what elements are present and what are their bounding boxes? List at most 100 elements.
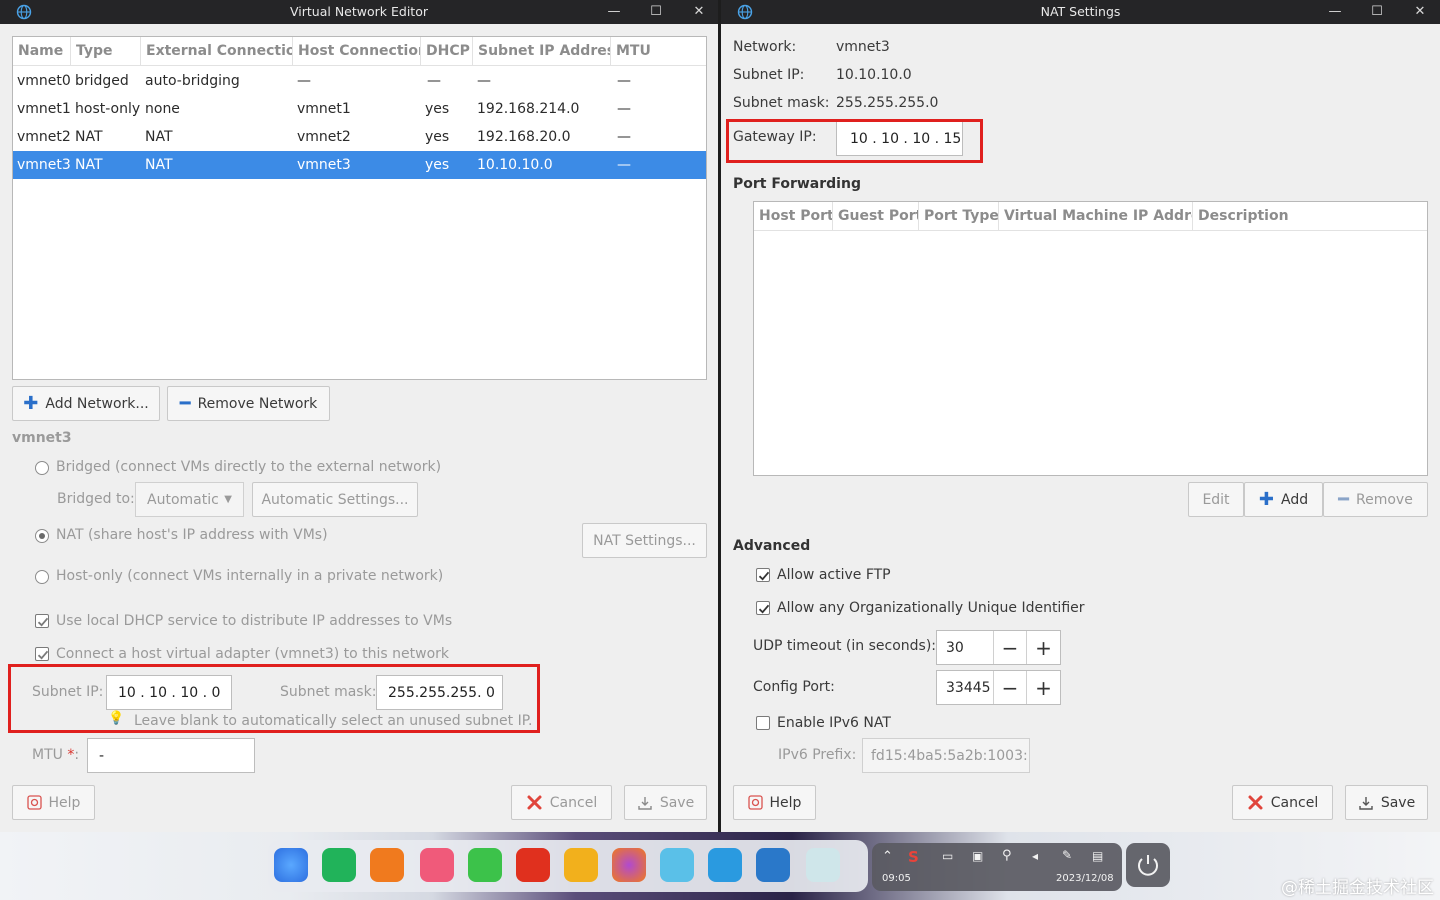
cancel-button[interactable]: Cancel [511,785,612,820]
keyboard-icon[interactable]: ▭ [942,849,953,863]
cancel-label: Cancel [1270,794,1319,811]
bridged-to-label: Bridged to: [57,491,135,507]
add-label: Add [1280,491,1309,508]
config-port-value[interactable]: 33445 [937,671,994,704]
increment-button[interactable]: + [1027,631,1060,664]
minimize-button[interactable]: — [604,2,624,22]
column-header[interactable]: MTU [611,37,706,66]
ipv6-checkbox[interactable] [756,716,770,730]
column-header[interactable]: Name [13,37,71,66]
cancel-label: Cancel [549,794,598,811]
decrement-button[interactable]: − [994,671,1027,704]
settings-app-icon[interactable] [468,848,502,882]
host-adapter-checkbox[interactable] [35,647,49,661]
bridged-radio-label: Bridged (connect VMs directly to the ext… [56,459,442,475]
column-header[interactable]: Virtual Machine IP Address [999,202,1193,231]
launcher-icon[interactable] [274,848,308,882]
trash-icon[interactable] [806,848,840,882]
chevron-up-icon[interactable]: ⌃ [882,849,893,864]
add-network-button[interactable]: ✚ Add Network... [12,386,160,421]
column-header[interactable]: Host Connection [293,37,421,66]
column-header[interactable]: Description [1193,202,1427,231]
notes-app-icon[interactable] [564,848,598,882]
cancel-icon [527,795,542,810]
section-title: vmnet3 [12,430,72,446]
ipv6-prefix-field[interactable]: fd15:4ba5:5a2b:1003:: [862,738,1030,773]
help-button[interactable]: Help [12,785,95,820]
column-header[interactable]: Subnet IP Address [473,37,611,66]
maximize-button[interactable]: ☐ [1367,2,1387,22]
remove-network-button[interactable]: ━ Remove Network [167,386,330,421]
pen-icon[interactable]: ✎ [1062,848,1072,862]
network-icon[interactable]: ▤ [1092,849,1103,863]
dhcp-checkbox[interactable] [35,614,49,628]
shell-app-icon[interactable] [516,848,550,882]
udp-timeout-stepper[interactable]: 30 − + [936,630,1061,665]
udp-timeout-value[interactable]: 30 [937,631,994,664]
table-row[interactable]: vmnet2 NAT NAT vmnet2 yes 192.168.20.0 — [13,123,706,151]
increment-button[interactable]: + [1027,671,1060,704]
column-header[interactable]: Guest Port [833,202,919,231]
search-icon[interactable]: ⚲ [1002,848,1012,863]
column-header[interactable]: Port Type [919,202,999,231]
vm-app-icon[interactable] [756,848,790,882]
bridged-to-select[interactable]: Automatic ▼ [135,482,244,517]
cell-name: vmnet0 [17,73,71,89]
favorites-app-icon[interactable] [420,848,454,882]
close-button[interactable]: ✕ [1410,2,1430,22]
file-manager-icon[interactable] [708,848,742,882]
firefox-icon[interactable] [612,848,646,882]
allow-ftp-label: Allow active FTP [777,567,891,583]
app-store-icon[interactable] [370,848,404,882]
screenshot-icon[interactable]: ▣ [972,849,983,863]
dhcp-checkbox-label: Use local DHCP service to distribute IP … [56,613,453,629]
advanced-title: Advanced [733,538,811,554]
edit-button[interactable]: Edit [1188,482,1244,517]
terminal-app-icon[interactable] [322,848,356,882]
remove-button[interactable]: ━ Remove [1323,482,1428,517]
plus-icon: ✚ [1258,488,1274,510]
cell-external: auto-bridging [145,73,240,89]
volume-icon[interactable]: ◂ [1032,849,1038,863]
table-row[interactable]: vmnet0 bridged auto-bridging — — — — [13,67,706,95]
allow-oui-checkbox[interactable] [756,601,770,615]
ipv6-prefix-label: IPv6 Prefix: [778,747,857,763]
mtu-field[interactable]: - [87,738,255,773]
column-header[interactable]: Host Port [754,202,833,231]
table-row-selected[interactable]: vmnet3 NAT NAT vmnet3 yes 10.10.10.0 — [13,151,706,179]
power-button[interactable] [1126,843,1170,887]
input-method-icon[interactable]: S [908,848,919,866]
cell-type: NAT [75,129,103,145]
column-header[interactable]: DHCP [421,37,473,66]
clock-time[interactable]: 09:05 [882,873,911,884]
remote-desktop-icon[interactable] [660,848,694,882]
nat-settings-label: NAT Settings... [593,532,696,549]
decrement-button[interactable]: − [994,631,1027,664]
close-button[interactable]: ✕ [689,2,709,22]
allow-ftp-checkbox[interactable] [756,568,770,582]
help-button[interactable]: Help [733,785,816,820]
column-header[interactable]: Type [71,37,141,66]
automatic-settings-button[interactable]: Automatic Settings... [252,482,418,517]
allow-oui-label: Allow any Organizationally Unique Identi… [777,600,1085,616]
minimize-button[interactable]: — [1325,2,1345,22]
maximize-button[interactable]: ☐ [646,2,666,22]
save-button[interactable]: Save [1345,785,1428,820]
udp-timeout-label: UDP timeout (in seconds): [753,638,937,654]
nat-radio-label: NAT (share host's IP address with VMs) [56,527,328,543]
bridged-radio[interactable] [35,461,49,475]
config-port-stepper[interactable]: 33445 − + [936,670,1061,705]
cell-subnet: 192.168.20.0 [477,129,571,145]
nat-radio[interactable] [35,529,49,543]
add-button[interactable]: ✚ Add [1244,482,1323,517]
host-only-radio[interactable] [35,570,49,584]
nat-settings-button[interactable]: NAT Settings... [582,523,707,558]
cancel-button[interactable]: Cancel [1232,785,1333,820]
save-button[interactable]: Save [624,785,707,820]
cell-external: NAT [145,157,173,173]
column-header[interactable]: External Connection [141,37,293,66]
table-row[interactable]: vmnet1 host-only none vmnet1 yes 192.168… [13,95,706,123]
bridged-to-value: Automatic [147,491,219,508]
save-icon [638,796,652,810]
clock-date[interactable]: 2023/12/08 [1056,873,1114,884]
